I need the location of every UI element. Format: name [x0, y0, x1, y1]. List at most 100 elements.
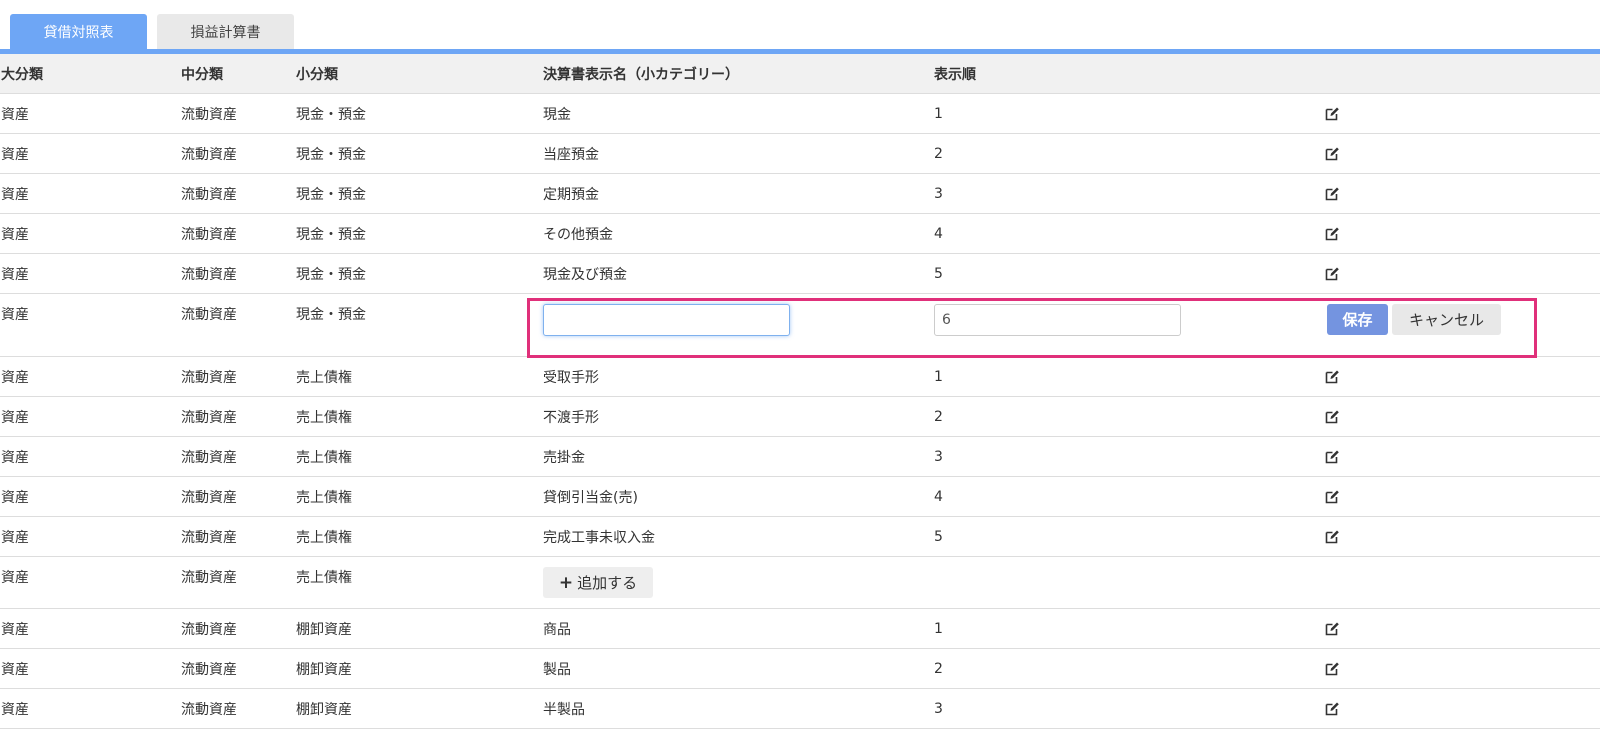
cell-major: 資産	[1, 570, 29, 586]
add-button[interactable]: + 追加する	[543, 567, 653, 598]
category-table: 大分類 中分類 小分類 決算書表示名（小カテゴリー） 表示順 資産 流動資産 現金・…	[0, 54, 1600, 729]
cell-display-name: 当座預金	[543, 147, 599, 163]
cell-major: 資産	[1, 267, 29, 283]
edit-icon[interactable]	[1324, 517, 1340, 557]
cell-minor: 現金・預金	[296, 107, 366, 123]
tab-income-statement[interactable]: 損益計算書	[157, 14, 294, 50]
cell-middle: 流動資産	[181, 450, 237, 466]
cell-minor: 売上債権	[296, 450, 352, 466]
cell-major: 資産	[1, 490, 29, 506]
cell-middle: 流動資産	[181, 410, 237, 426]
cell-display-name: 製品	[543, 662, 571, 678]
display-name-input[interactable]	[543, 304, 790, 336]
edit-icon[interactable]	[1324, 174, 1340, 214]
cell-display-order: 5	[934, 266, 943, 282]
table-row: 資産 流動資産 売上債権 不渡手形 2	[0, 397, 1600, 437]
cell-minor: 売上債権	[296, 570, 352, 586]
cell-major: 資産	[1, 370, 29, 386]
cancel-button[interactable]: キャンセル	[1392, 304, 1501, 335]
cell-minor: 棚卸資産	[296, 662, 352, 678]
cell-middle: 流動資産	[181, 107, 237, 123]
save-button[interactable]: 保存	[1327, 304, 1388, 335]
table-row: 資産 流動資産 現金・預金 定期預金 3	[0, 174, 1600, 214]
header-display-name: 決算書表示名（小カテゴリー）	[543, 67, 739, 83]
cell-middle: 流動資産	[181, 267, 237, 283]
cell-display-order: 2	[934, 661, 943, 677]
cell-display-order: 1	[934, 621, 943, 637]
table-header: 大分類 中分類 小分類 決算書表示名（小カテゴリー） 表示順	[0, 54, 1600, 94]
cell-minor: 棚卸資産	[296, 622, 352, 638]
edit-icon[interactable]	[1324, 477, 1340, 517]
cell-minor: 現金・預金	[296, 307, 366, 323]
cell-minor: 現金・預金	[296, 267, 366, 283]
table-row: 資産 流動資産 棚卸資産 半製品 3	[0, 689, 1600, 729]
cell-major: 資産	[1, 147, 29, 163]
table-row: 資産 流動資産 棚卸資産 製品 2	[0, 649, 1600, 689]
edit-icon[interactable]	[1324, 94, 1340, 134]
table-row: 資産 流動資産 売上債権 売掛金 3	[0, 437, 1600, 477]
cell-major: 資産	[1, 187, 29, 203]
cell-display-order: 1	[934, 106, 943, 122]
table-row: 資産 流動資産 売上債権 貸倒引当金(売) 4	[0, 477, 1600, 517]
tab-balance-sheet[interactable]: 貸借対照表	[10, 14, 147, 50]
header-major: 大分類	[1, 67, 43, 83]
header-minor: 小分類	[296, 67, 338, 83]
table-row: 資産 流動資産 売上債権 受取手形 1	[0, 357, 1600, 397]
edit-row: 資産 流動資産 現金・預金 保存 キャンセル	[0, 294, 1600, 358]
header-display-order: 表示順	[934, 67, 976, 83]
cell-middle: 流動資産	[181, 530, 237, 546]
cell-major: 資産	[1, 307, 29, 323]
table-row: 資産 流動資産 現金・預金 その他預金 4	[0, 214, 1600, 254]
cell-display-order: 3	[934, 186, 943, 202]
edit-icon[interactable]	[1324, 609, 1340, 649]
edit-icon[interactable]	[1324, 134, 1340, 174]
cell-display-order: 5	[934, 529, 943, 545]
cell-major: 資産	[1, 530, 29, 546]
cell-major: 資産	[1, 622, 29, 638]
cell-middle: 流動資産	[181, 307, 237, 323]
cell-display-name: 売掛金	[543, 450, 585, 466]
cell-minor: 現金・預金	[296, 187, 366, 203]
plus-icon: +	[558, 572, 574, 593]
edit-icon[interactable]	[1324, 397, 1340, 437]
add-row: 資産 流動資産 売上債権 + 追加する	[0, 557, 1600, 609]
cell-display-name: 不渡手形	[543, 410, 599, 426]
edit-icon[interactable]	[1324, 689, 1340, 729]
cell-minor: 現金・預金	[296, 147, 366, 163]
cell-major: 資産	[1, 410, 29, 426]
edit-icon[interactable]	[1324, 437, 1340, 477]
edit-icon[interactable]	[1324, 357, 1340, 397]
cell-middle: 流動資産	[181, 622, 237, 638]
cell-middle: 流動資産	[181, 662, 237, 678]
cell-minor: 棚卸資産	[296, 702, 352, 718]
table-row: 資産 流動資産 現金・預金 現金 1	[0, 94, 1600, 134]
display-order-input[interactable]	[934, 304, 1181, 336]
edit-icon[interactable]	[1324, 254, 1340, 294]
cell-middle: 流動資産	[181, 490, 237, 506]
edit-icon[interactable]	[1324, 649, 1340, 689]
tab-bar: 貸借対照表 損益計算書	[0, 0, 1600, 54]
cell-display-order: 1	[934, 369, 943, 385]
cell-middle: 流動資産	[181, 147, 237, 163]
cell-display-name: 貸倒引当金(売)	[543, 490, 638, 506]
cell-minor: 売上債権	[296, 490, 352, 506]
cell-display-name: 受取手形	[543, 370, 599, 386]
cell-minor: 売上債権	[296, 530, 352, 546]
cell-display-order: 2	[934, 146, 943, 162]
header-middle: 中分類	[181, 67, 223, 83]
cell-display-name: 商品	[543, 622, 571, 638]
cell-major: 資産	[1, 227, 29, 243]
table-row: 資産 流動資産 棚卸資産 商品 1	[0, 609, 1600, 649]
cell-display-name: 現金	[543, 107, 571, 123]
cell-middle: 流動資産	[181, 370, 237, 386]
table-row: 資産 流動資産 現金・預金 現金及び預金 5	[0, 254, 1600, 294]
cell-display-name: 半製品	[543, 702, 585, 718]
cell-display-name: 定期預金	[543, 187, 599, 203]
cell-minor: 売上債権	[296, 410, 352, 426]
cell-middle: 流動資産	[181, 702, 237, 718]
add-button-label: 追加する	[577, 574, 638, 592]
cell-middle: 流動資産	[181, 227, 237, 243]
cell-display-order: 4	[934, 489, 943, 505]
cell-major: 資産	[1, 662, 29, 678]
edit-icon[interactable]	[1324, 214, 1340, 254]
